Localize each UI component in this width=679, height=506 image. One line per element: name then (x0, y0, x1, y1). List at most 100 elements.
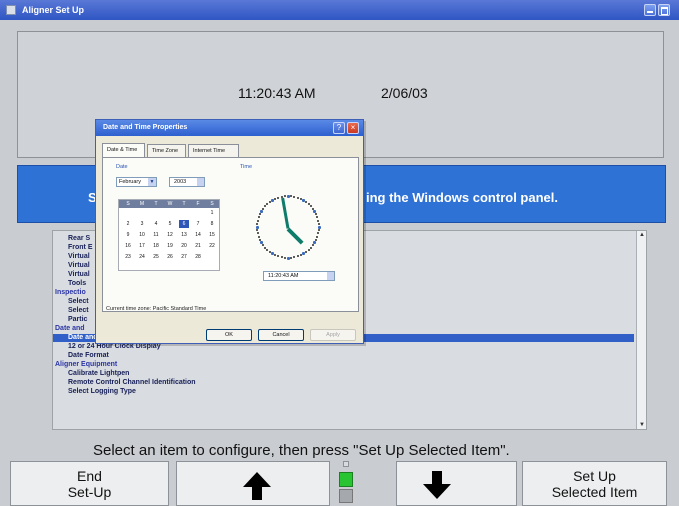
clock-tick (307, 249, 310, 252)
move-up-button[interactable] (176, 461, 330, 506)
move-down-button[interactable] (396, 461, 517, 506)
list-item[interactable]: Rear S (68, 235, 90, 243)
close-button[interactable]: × (347, 122, 359, 134)
clock-tick (283, 195, 286, 198)
scroll-up-arrow-icon[interactable]: ▲ (638, 231, 646, 239)
calendar-day[interactable]: 10 (137, 231, 147, 239)
list-item[interactable]: Select Logging Type (68, 388, 136, 396)
clock-tick (310, 205, 313, 208)
list-item[interactable]: Front E (68, 244, 93, 252)
calendar-day[interactable]: 11 (151, 231, 161, 239)
banner-text-right: ing the Windows control panel. (366, 190, 558, 205)
calendar-day-name: T (182, 201, 186, 207)
calendar-day[interactable]: 26 (165, 253, 175, 261)
clock-tick (293, 195, 296, 198)
calendar-day[interactable]: 20 (179, 242, 189, 250)
set-up-selected-item-button[interactable]: Set Up Selected Item (522, 461, 667, 506)
calendar-day[interactable]: 2 (123, 220, 133, 228)
calendar-day[interactable]: 7 (193, 220, 203, 228)
calendar-day[interactable]: 25 (151, 253, 161, 261)
calendar-day[interactable]: 3 (137, 220, 147, 228)
app-icon (6, 5, 16, 15)
list-group-header[interactable]: Aligner Equipment (55, 361, 117, 369)
tab-time-zone[interactable]: Time Zone (147, 144, 186, 157)
clock-tick (286, 194, 290, 198)
tab-internet-time[interactable]: Internet Time (188, 144, 239, 157)
cancel-button[interactable]: Cancel (258, 329, 304, 341)
ok-button[interactable]: OK (206, 329, 252, 341)
scroll-down-arrow-icon[interactable]: ▼ (638, 421, 646, 429)
end-setup-button[interactable]: End Set-Up (10, 461, 169, 506)
calendar-header: SMTWTFS (119, 200, 219, 208)
clock-tick (283, 256, 286, 259)
calendar-day[interactable]: 22 (207, 242, 217, 250)
calendar-day[interactable]: 5 (165, 220, 175, 228)
apply-button[interactable]: Apply (310, 329, 356, 341)
year-spinbox[interactable]: 2003 (169, 177, 205, 187)
list-item[interactable]: Remote Control Channel Identification (68, 379, 196, 387)
clock-tick (317, 229, 320, 232)
calendar-day[interactable]: 17 (137, 242, 147, 250)
clock-tick (280, 195, 283, 198)
clock-tick (277, 196, 280, 199)
clock-tick (256, 229, 259, 232)
calendar-day[interactable]: 18 (151, 242, 161, 250)
tab-date-time[interactable]: Date & Time (102, 143, 145, 157)
list-item[interactable]: Virtual (68, 262, 90, 270)
dialog-title: Date and Time Properties (96, 120, 363, 136)
list-item[interactable]: Partic (68, 316, 87, 324)
calendar-day[interactable]: 13 (179, 231, 189, 239)
help-button[interactable]: ? (333, 122, 345, 134)
calendar-day[interactable]: 15 (207, 231, 217, 239)
clock-tick (255, 225, 259, 229)
calendar-day[interactable]: 12 (165, 231, 175, 239)
list-item[interactable]: Select (68, 298, 89, 306)
calendar-day[interactable]: 21 (193, 242, 203, 250)
clock-tick (317, 219, 320, 222)
clock-tick (312, 244, 315, 247)
clock-tick (268, 251, 271, 254)
date-time-properties-dialog[interactable]: Date and Time Properties ? × Date & Time… (95, 119, 364, 344)
clock-tick (263, 205, 266, 208)
list-item[interactable]: 12 or 24 Hour Clock Display (68, 343, 161, 351)
list-item[interactable]: Virtual (68, 253, 90, 261)
calendar-day[interactable]: 28 (193, 253, 203, 261)
down-arrow-icon (423, 471, 451, 499)
calendar-day[interactable]: 16 (123, 242, 133, 250)
list-group-header[interactable]: Date and (55, 325, 85, 333)
calendar-day[interactable]: 14 (193, 231, 203, 239)
calendar-day[interactable]: 27 (179, 253, 189, 261)
calendar-day[interactable]: 9 (123, 231, 133, 239)
clock-tick (274, 197, 277, 200)
list-scrollbar[interactable]: ▲ ▼ (636, 231, 646, 429)
clock-tick (258, 213, 261, 216)
list-item[interactable]: Tools (68, 280, 86, 288)
calendar-day[interactable]: 8 (207, 220, 217, 228)
calendar-day[interactable]: 4 (151, 220, 161, 228)
calendar-day-name: T (154, 201, 158, 207)
calendar-day[interactable]: 24 (137, 253, 147, 261)
indicator-green (339, 472, 353, 487)
maximize-button[interactable] (658, 4, 670, 16)
list-item[interactable]: Virtual (68, 271, 90, 279)
clock-tick (302, 252, 305, 256)
calendar-grid[interactable]: SMTWTFS 1 2 3 4 5 6 7 8 9 10 11 12 13 14 15 16 17 18 19 20 2… (118, 199, 220, 271)
list-item[interactable]: Select (68, 307, 89, 315)
list-item[interactable]: Date Format (68, 352, 109, 360)
calendar-day[interactable]: 19 (165, 242, 175, 250)
clock-tick (293, 256, 296, 259)
minimize-button[interactable] (644, 4, 656, 16)
clock-tick (317, 232, 320, 235)
calendar-day[interactable]: 23 (123, 253, 133, 261)
month-dropdown[interactable]: February (116, 177, 157, 187)
calendar-day[interactable]: 1 (207, 209, 217, 217)
clock-tick (296, 255, 299, 258)
list-group-header[interactable]: Inspectio (55, 289, 86, 297)
calendar-day[interactable]: 6 (179, 220, 189, 228)
clock-tick (259, 210, 263, 213)
list-item[interactable]: Calibrate Lightpen (68, 370, 129, 378)
time-spinbox[interactable]: 11:20:43 AM (263, 271, 335, 281)
clock-tick (299, 254, 302, 257)
calendar-day-name: S (210, 201, 214, 207)
clock-tick (266, 249, 269, 252)
